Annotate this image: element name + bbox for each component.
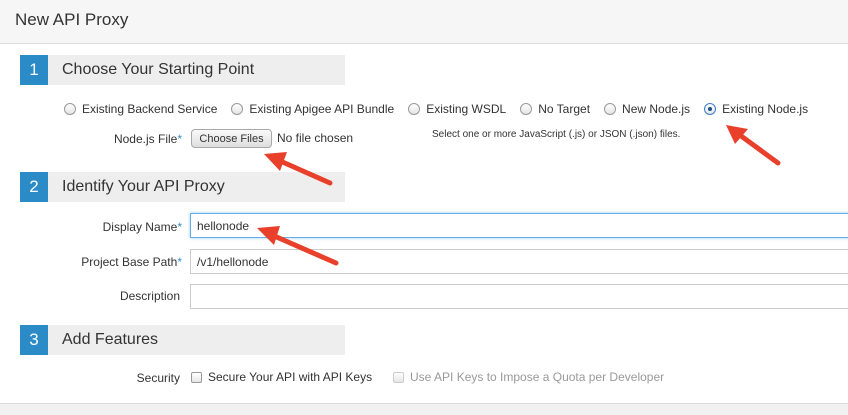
arrow-to-choose-files	[264, 152, 333, 186]
arrow-to-existing-nodejs	[726, 125, 781, 166]
annotation-arrows	[257, 125, 781, 266]
arrow-to-display-name	[257, 226, 339, 266]
